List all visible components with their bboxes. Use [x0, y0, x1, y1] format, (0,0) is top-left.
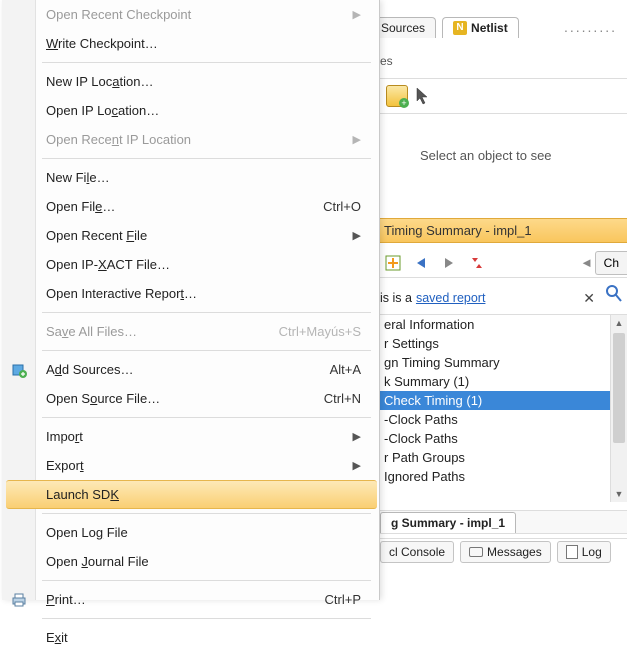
shortcut-label: Ctrl+O: [323, 199, 361, 214]
shortcut-label: Ctrl+Mayús+S: [279, 324, 361, 339]
file-context-menu: Open Recent Checkpoint ▶ Write Checkpoin…: [2, 0, 380, 600]
shortcut-label: Ctrl+N: [324, 391, 361, 406]
saved-report-link[interactable]: saved report: [416, 291, 485, 305]
tree-item[interactable]: Ignored Paths: [380, 467, 610, 486]
tree-pane: eral Informationr Settingsgn Timing Summ…: [380, 314, 627, 502]
tree-item[interactable]: r Settings: [380, 334, 610, 353]
saved-report-row: is is a saved report ✕: [380, 286, 599, 310]
netlist-toolbar: [380, 78, 627, 114]
tree-item[interactable]: -Clock Paths: [380, 410, 610, 429]
tab-log[interactable]: Log: [557, 541, 611, 563]
menu-separator: [42, 513, 371, 514]
tree-item[interactable]: -Clock Paths: [380, 429, 610, 448]
menu-open-ipxact[interactable]: Open IP-XACT File…: [2, 250, 379, 279]
menu-open-journal-file[interactable]: Open Journal File: [2, 547, 379, 576]
tab-overflow-icon[interactable]: .........: [564, 19, 627, 35]
menu-open-file[interactable]: Open File… Ctrl+O: [2, 192, 379, 221]
chk-button[interactable]: Ch: [595, 251, 627, 275]
scroll-up-icon[interactable]: ▲: [611, 315, 627, 331]
bottom-tab-strip: cl Console Messages Log: [380, 538, 627, 564]
tree-item[interactable]: r Path Groups: [380, 448, 610, 467]
menu-new-file[interactable]: New File…: [2, 163, 379, 192]
chevron-right-icon: ▶: [353, 8, 361, 21]
chevron-right-icon: ▶: [353, 430, 361, 443]
sub-tab-strip: g Summary - impl_1: [380, 510, 627, 534]
refresh-icon[interactable]: [468, 254, 486, 272]
menu-launch-sdk[interactable]: Launch SDK: [6, 480, 377, 509]
menu-open-recent-ip-location: Open Recent IP Location ▶: [2, 125, 379, 154]
tree-item[interactable]: gn Timing Summary: [380, 353, 610, 372]
menu-add-sources[interactable]: Add Sources… Alt+A: [2, 355, 379, 384]
menu-new-ip-location[interactable]: New IP Location…: [2, 67, 379, 96]
tree-item[interactable]: eral Information: [380, 315, 610, 334]
netlist-icon: N: [453, 21, 467, 35]
tree-item[interactable]: Check Timing (1): [380, 391, 610, 410]
menu-separator: [42, 350, 371, 351]
menu-separator: [42, 158, 371, 159]
menu-open-recent-file[interactable]: Open Recent File ▶: [2, 221, 379, 250]
messages-icon: [469, 547, 483, 557]
menu-open-interactive-report[interactable]: Open Interactive Report…: [2, 279, 379, 308]
menu-separator: [42, 580, 371, 581]
menu-write-checkpoint[interactable]: Write Checkpoint…: [2, 29, 379, 58]
chevron-right-icon: ▶: [353, 133, 361, 146]
menu-open-source-file[interactable]: Open Source File… Ctrl+N: [2, 384, 379, 413]
chevron-right-icon: ▶: [353, 229, 361, 242]
saved-report-prefix: is is a: [380, 291, 412, 305]
chevron-right-icon: ▶: [353, 459, 361, 472]
sub-tab-summary[interactable]: g Summary - impl_1: [380, 512, 516, 533]
tree-item[interactable]: k Summary (1): [380, 372, 610, 391]
tab-netlist[interactable]: N Netlist: [442, 17, 519, 38]
tree-list[interactable]: eral Informationr Settingsgn Timing Summ…: [380, 315, 610, 502]
shortcut-label: Alt+A: [330, 362, 361, 377]
menu-open-ip-location[interactable]: Open IP Location…: [2, 96, 379, 125]
menu-exit[interactable]: Exit: [2, 623, 379, 652]
menu-separator: [42, 312, 371, 313]
menu-separator: [42, 62, 371, 63]
tab-messages[interactable]: Messages: [460, 541, 551, 563]
timing-summary-header: Timing Summary - impl_1: [380, 218, 627, 243]
close-icon[interactable]: ✕: [579, 290, 599, 307]
netlist-placeholder: Select an object to see: [420, 148, 627, 163]
toolbar-fragment: es: [380, 54, 627, 76]
top-tab-strip: Sources N Netlist .........: [370, 14, 627, 40]
search-icon[interactable]: [605, 284, 623, 304]
menu-open-recent-checkpoint: Open Recent Checkpoint ▶: [2, 0, 379, 29]
tab-tcl-console[interactable]: cl Console: [380, 541, 454, 563]
scroll-thumb[interactable]: [613, 333, 625, 443]
cursor-icon[interactable]: [416, 87, 430, 105]
tree-expand-icon[interactable]: [384, 254, 402, 272]
menu-export[interactable]: Export ▶: [2, 451, 379, 480]
menu-open-log-file[interactable]: Open Log File: [2, 518, 379, 547]
timing-toolbar: ◄ Ch: [380, 248, 627, 278]
chevron-left-icon[interactable]: ◄: [580, 255, 593, 270]
back-icon[interactable]: [412, 254, 430, 272]
menu-separator: [42, 618, 371, 619]
menu-separator: [42, 417, 371, 418]
scrollbar[interactable]: ▲ ▼: [610, 315, 627, 502]
log-icon: [566, 545, 578, 559]
menu-import[interactable]: Import ▶: [2, 422, 379, 451]
add-sources-icon: [10, 361, 28, 379]
menu-save-all-files: Save All Files… Ctrl+Mayús+S: [2, 317, 379, 346]
forward-icon[interactable]: [440, 254, 458, 272]
scroll-down-icon[interactable]: ▼: [611, 486, 627, 502]
add-object-icon[interactable]: [386, 85, 408, 107]
